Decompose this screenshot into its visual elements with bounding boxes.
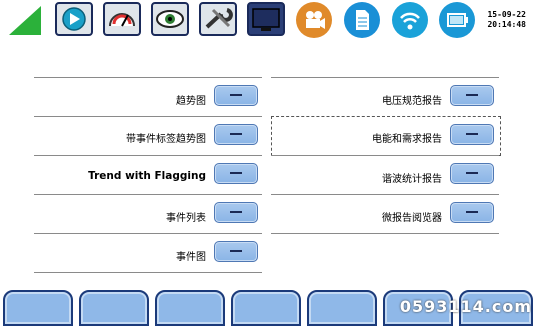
eye-icon[interactable] — [151, 2, 189, 36]
menu-label-voltage-report: 电压规范报告 — [382, 96, 442, 107]
divider — [34, 194, 262, 195]
clock-date: 15-09-22 — [487, 10, 526, 19]
minus-icon — [466, 133, 478, 135]
soft-key-5[interactable] — [307, 290, 377, 326]
signal-icon — [9, 6, 41, 35]
clock-time: 20:14:48 — [487, 20, 526, 29]
menu-label-trend-flagging: Trend with Flagging — [88, 170, 206, 182]
divider — [34, 77, 262, 78]
menu-label-micro-report-viewer: 微报告阅览器 — [382, 213, 442, 224]
minus-icon — [466, 172, 478, 174]
soft-key-1[interactable] — [3, 290, 73, 326]
event-list-button[interactable] — [214, 202, 258, 223]
camera-icon[interactable] — [296, 2, 332, 38]
minus-icon — [230, 94, 242, 96]
minus-icon — [230, 250, 242, 252]
menu-label-event-chart: 事件图 — [176, 252, 206, 263]
watermark: 0593114.com — [399, 297, 532, 316]
battery-icon[interactable] — [439, 2, 475, 38]
divider — [34, 272, 262, 273]
soft-key-3[interactable] — [155, 290, 225, 326]
divider — [271, 155, 499, 156]
menu-label-energy-demand-report: 电能和需求报告 — [372, 134, 442, 145]
wifi-icon[interactable] — [392, 2, 428, 38]
menu-label-trend-event-tags: 带事件标签趋势图 — [126, 134, 206, 145]
top-toolbar: 15-09-22 20:14:48 — [0, 0, 536, 40]
divider — [34, 155, 262, 156]
soft-key-4[interactable] — [231, 290, 301, 326]
trend-flagging-button[interactable] — [214, 163, 258, 184]
menu-label-event-list: 事件列表 — [166, 213, 206, 224]
soft-key-2[interactable] — [79, 290, 149, 326]
menu-label-trend: 趋势图 — [176, 96, 206, 107]
voltage-report-button[interactable] — [450, 85, 494, 106]
trend-button[interactable] — [214, 85, 258, 106]
minus-icon — [466, 211, 478, 213]
event-chart-button[interactable] — [214, 241, 258, 262]
document-icon[interactable] — [344, 2, 380, 38]
monitor-icon[interactable] — [247, 2, 285, 36]
minus-icon — [230, 133, 242, 135]
divider — [271, 77, 499, 78]
divider — [271, 233, 499, 234]
minus-icon — [466, 94, 478, 96]
gauge-icon[interactable] — [103, 2, 141, 36]
clock: 15-09-22 20:14:48 — [487, 10, 526, 30]
divider — [271, 194, 499, 195]
divider — [34, 233, 262, 234]
micro-report-viewer-button[interactable] — [450, 202, 494, 223]
play-icon[interactable] — [55, 2, 93, 36]
wrench-icon[interactable] — [199, 2, 237, 36]
trend-event-tags-button[interactable] — [214, 124, 258, 145]
divider — [34, 116, 262, 117]
minus-icon — [230, 172, 242, 174]
menu-label-harmonic-report: 谐波统计报告 — [382, 174, 442, 185]
harmonic-report-button[interactable] — [450, 163, 494, 184]
energy-demand-report-button[interactable] — [450, 124, 494, 145]
minus-icon — [230, 211, 242, 213]
